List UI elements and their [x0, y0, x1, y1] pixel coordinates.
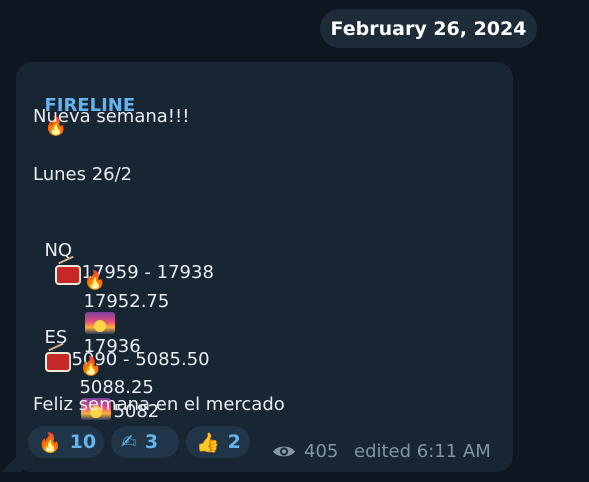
eye-icon [273, 446, 295, 457]
edited-timestamp: edited 6:11 AM [354, 441, 491, 462]
thumbs-up-icon: 👍 [196, 431, 220, 454]
date-separator: February 26, 2024 [320, 9, 537, 48]
view-count: 405 [304, 441, 339, 462]
reaction-count: 3 [144, 431, 159, 453]
reaction-thumbs-up[interactable]: 👍 2 [186, 426, 250, 458]
message-line: Feliz semana en el mercado [33, 394, 285, 415]
reaction-fire[interactable]: 🔥 10 [28, 426, 104, 458]
reaction-count: 10 [69, 431, 97, 453]
fire-icon: 🔥 [79, 356, 102, 377]
fire-icon: 🔥 [83, 270, 106, 291]
message-line: Nueva semana!!! [33, 106, 190, 127]
reaction-writing-hand[interactable]: ✍ 3 [111, 426, 179, 458]
drum-icon [44, 348, 72, 372]
reaction-count: 2 [227, 431, 241, 453]
fire-icon: 🔥 [38, 431, 62, 454]
writing-hand-icon: ✍ [121, 431, 137, 453]
message-line: Lunes 26/2 [33, 164, 133, 185]
